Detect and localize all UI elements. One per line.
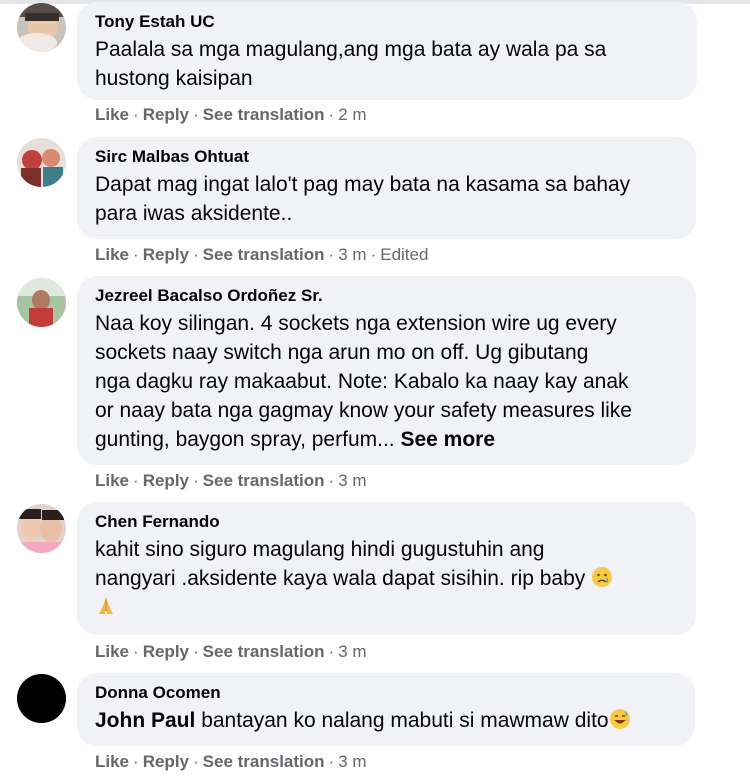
mention-link[interactable]: John Paul xyxy=(95,709,195,732)
grinning-sweat-emoji-icon xyxy=(609,709,630,729)
avatar[interactable] xyxy=(17,3,66,52)
see-translation-button[interactable]: See translation xyxy=(203,471,325,490)
like-button[interactable]: Like xyxy=(95,105,129,124)
profile-photo-icon xyxy=(17,3,66,52)
comment-author[interactable]: Tony Estah UC xyxy=(95,12,679,32)
comment-text: Dapat mag ingat lalo't pag may bata na k… xyxy=(95,173,631,225)
comment-actions: Like · Reply · See translation · 3 m xyxy=(95,471,367,490)
comment-actions: Like · Reply · See translation · 2 m xyxy=(95,105,367,124)
reply-button[interactable]: Reply xyxy=(143,245,189,264)
reply-button[interactable]: Reply xyxy=(143,642,189,661)
crying-face-emoji-icon xyxy=(592,567,613,587)
comment-timestamp[interactable]: 3 m xyxy=(338,752,366,771)
comment-text: Paalala sa mga magulang,ang mga bata ay … xyxy=(95,38,607,90)
see-more-link[interactable]: See more xyxy=(400,428,495,451)
comment-text: kahit sino siguro magulang hindi gugustu… xyxy=(95,535,678,622)
comment-actions: Like · Reply · See translation · 3 m xyxy=(95,642,367,661)
reply-button[interactable]: Reply xyxy=(143,105,189,124)
comment-bubble: Chen Fernando kahit sino siguro magulang… xyxy=(77,502,696,635)
comment-bubble: Jezreel Bacalso Ordoñez Sr. Naa koy sili… xyxy=(77,276,696,465)
comment-bubble: Tony Estah UC Paalala sa mga magulang,an… xyxy=(77,2,697,100)
like-button[interactable]: Like xyxy=(95,642,129,661)
comment-timestamp[interactable]: 2 m xyxy=(338,105,366,124)
reply-button[interactable]: Reply xyxy=(143,471,189,490)
avatar[interactable] xyxy=(17,674,66,723)
folded-hands-emoji-icon xyxy=(99,598,113,614)
comment-timestamp[interactable]: 3 m xyxy=(338,245,366,264)
like-button[interactable]: Like xyxy=(95,752,129,771)
comment-timestamp[interactable]: 3 m xyxy=(338,471,366,490)
comment-timestamp[interactable]: 3 m xyxy=(338,642,366,661)
comment-text: John Paul bantayan ko nalang mabuti si m… xyxy=(95,706,677,735)
like-button[interactable]: Like xyxy=(95,471,129,490)
see-translation-button[interactable]: See translation xyxy=(203,752,325,771)
comment-text: Naa koy silingan. 4 sockets nga extensio… xyxy=(95,312,632,451)
profile-photo-icon xyxy=(17,504,66,553)
comment-author[interactable]: Sirc Malbas Ohtuat xyxy=(95,147,678,167)
comment-author[interactable]: Chen Fernando xyxy=(95,512,678,532)
comment-author[interactable]: Donna Ocomen xyxy=(95,683,677,703)
default-avatar-icon xyxy=(17,674,66,723)
comment-bubble: Donna Ocomen John Paul bantayan ko nalan… xyxy=(77,673,695,746)
avatar[interactable] xyxy=(17,504,66,553)
avatar[interactable] xyxy=(17,138,66,187)
comment-actions: Like · Reply · See translation · 3 m xyxy=(95,752,367,771)
reply-button[interactable]: Reply xyxy=(143,752,189,771)
profile-photo-icon xyxy=(17,138,66,187)
see-translation-button[interactable]: See translation xyxy=(203,245,325,264)
see-translation-button[interactable]: See translation xyxy=(203,105,325,124)
comment-bubble: Sirc Malbas Ohtuat Dapat mag ingat lalo'… xyxy=(77,137,696,239)
like-button[interactable]: Like xyxy=(95,245,129,264)
comment-actions: Like · Reply · See translation · 3 m · Edited xyxy=(95,245,429,264)
edited-label[interactable]: Edited xyxy=(380,245,428,264)
comment-author[interactable]: Jezreel Bacalso Ordoñez Sr. xyxy=(95,286,678,306)
profile-photo-icon xyxy=(17,278,66,327)
see-translation-button[interactable]: See translation xyxy=(203,642,325,661)
avatar[interactable] xyxy=(17,278,66,327)
